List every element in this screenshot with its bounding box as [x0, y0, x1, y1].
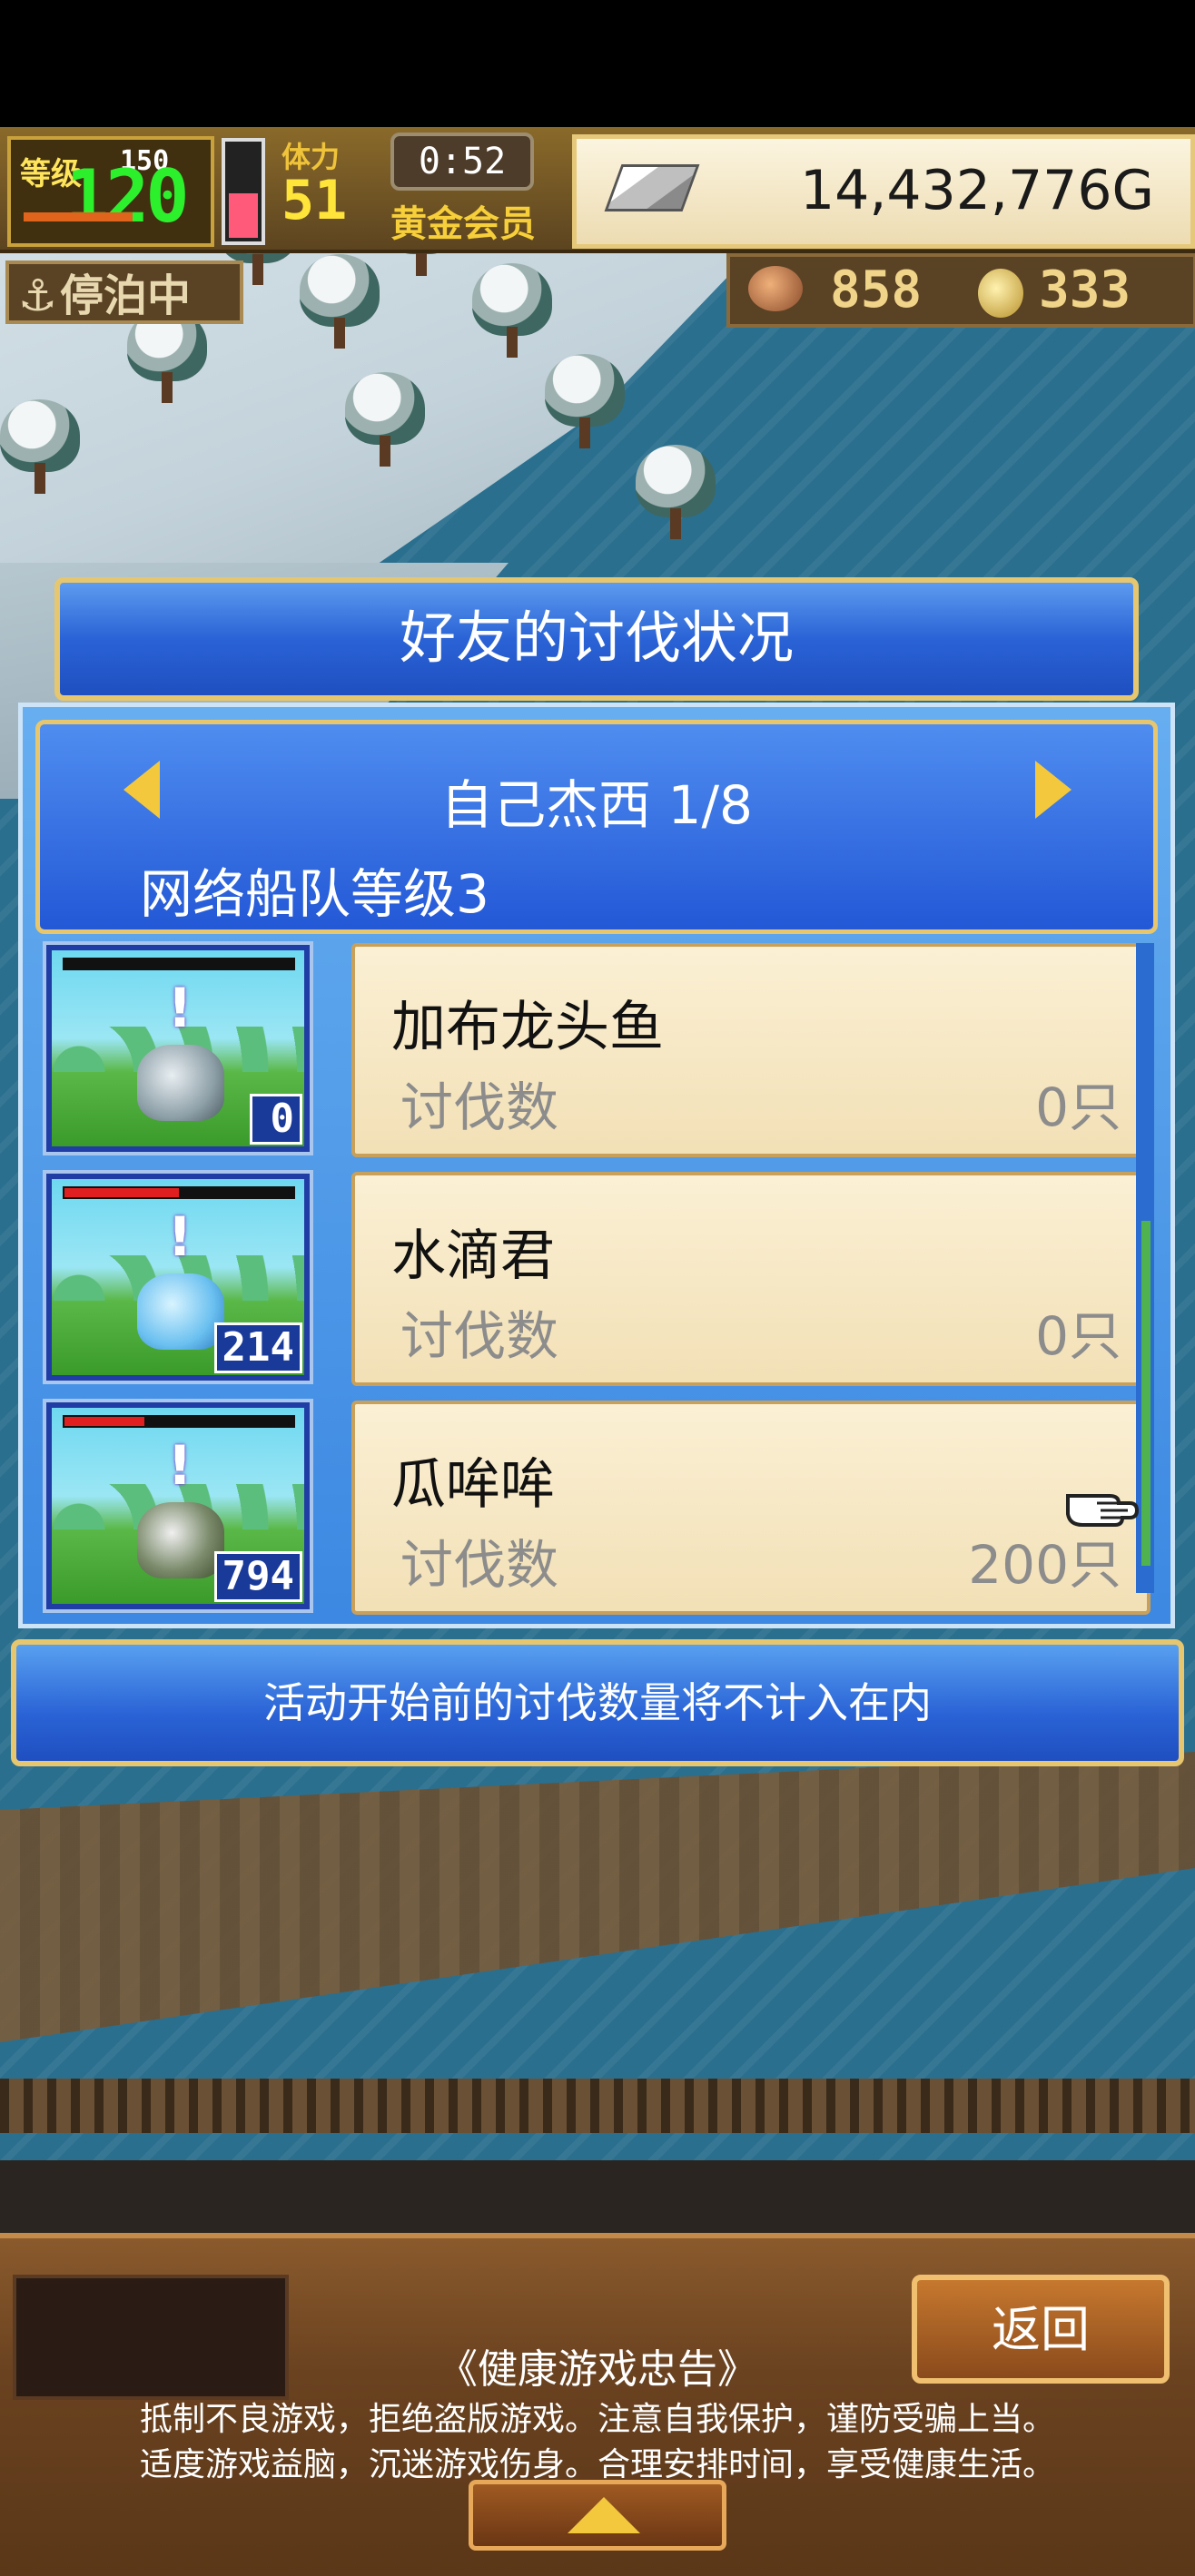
xp-bar — [24, 212, 133, 221]
up-arrow-icon — [568, 2497, 640, 2533]
food-value: 858 — [830, 261, 923, 320]
pointer-hand-icon — [1066, 1494, 1140, 1527]
count-badge: 794 — [213, 1551, 302, 1602]
kill-value: 0只 — [1035, 1305, 1121, 1367]
player-header: 自己杰西 1/8 网络船队等级3 — [35, 720, 1158, 934]
docked-status: ⚓停泊中 — [5, 261, 243, 324]
monster-sprite — [137, 1502, 224, 1578]
alert-icon: ! — [167, 1434, 193, 1498]
stamina-gauge — [222, 138, 265, 245]
alert-icon: ! — [167, 1205, 193, 1269]
level-panel: 等级 150 120 — [7, 136, 214, 247]
snow-tree — [545, 354, 625, 448]
hp-bar — [63, 958, 295, 970]
dialog-title: 好友的讨伐状况 — [54, 577, 1139, 701]
count-badge: 214 — [213, 1322, 302, 1373]
level-current: 120 — [65, 154, 189, 239]
medal-value: 333 — [1039, 261, 1131, 320]
kill-label: 讨伐数 — [400, 1077, 559, 1138]
hp-fill — [64, 1417, 145, 1426]
ship-rail — [0, 2079, 1195, 2133]
monster-info: 瓜哞哞 讨伐数 200只 — [351, 1401, 1151, 1615]
kill-label: 讨伐数 — [400, 1534, 559, 1596]
snow-tree — [636, 445, 716, 539]
money-value: 14,432,776G — [799, 159, 1154, 222]
monster-info: 加布龙头鱼 讨伐数 0只 — [351, 943, 1151, 1157]
resource-panel: 858 333 — [726, 253, 1195, 328]
monster-name: 水滴君 — [391, 1224, 555, 1288]
monster-name: 加布龙头鱼 — [391, 996, 664, 1059]
hp-fill — [64, 959, 293, 968]
timer: 0:52 — [390, 133, 534, 191]
scrollbar-thumb[interactable] — [1141, 1221, 1151, 1566]
health-advice-line-2: 适度游戏益脑，沉迷游戏伤身。合理安排时间，享受健康生活。 — [139, 2446, 1055, 2483]
snow-tree — [0, 399, 80, 494]
money-panel[interactable]: 14,432,776G — [572, 134, 1195, 249]
monster-info: 水滴君 讨伐数 0只 — [351, 1172, 1151, 1386]
ship-hull — [0, 2160, 1195, 2233]
snow-tree — [345, 372, 425, 467]
food-icon — [748, 266, 803, 311]
stamina-value: 51 — [281, 169, 348, 232]
alert-icon: ! — [167, 977, 193, 1040]
expand-menu-button[interactable] — [469, 2480, 726, 2551]
count-badge: 0 — [250, 1094, 302, 1145]
monster-list[interactable]: ! 0 加布龙头鱼 讨伐数 0只 ! 214 水滴君 讨伐数 0只 ! 794 … — [39, 938, 1151, 1615]
hp-fill — [64, 1188, 179, 1197]
docked-label: 停泊中 — [60, 270, 192, 321]
player-name: 自己杰西 1/8 — [440, 774, 753, 836]
hp-bar — [63, 1186, 295, 1199]
monster-thumbnail: ! 794 — [43, 1399, 313, 1613]
friend-status-panel: 自己杰西 1/8 网络船队等级3 ! 0 加布龙头鱼 讨伐数 0只 ! 214 … — [18, 703, 1175, 1628]
health-advice-line-1: 抵制不良游戏，拒绝盗版游戏。注意自我保护，谨防受骗上当。 — [139, 2401, 1055, 2438]
money-bar-icon — [604, 164, 700, 211]
kill-value: 200只 — [968, 1534, 1121, 1596]
monster-sprite — [137, 1273, 224, 1350]
bottom-bar: 返回 《健康游戏忠告》 抵制不良游戏，拒绝盗版游戏。注意自我保护，谨防受骗上当。… — [0, 2233, 1195, 2576]
stamina-fill — [229, 192, 258, 238]
health-advice-title: 《健康游戏忠告》 — [438, 2346, 757, 2393]
monster-thumbnail: ! 0 — [43, 941, 313, 1155]
hp-bar — [63, 1415, 295, 1428]
anchor-icon: ⚓ — [18, 270, 58, 321]
notice-bar: 活动开始前的讨伐数量将不计入在内 — [11, 1639, 1184, 1766]
medal-icon — [975, 266, 1026, 320]
monster-thumbnail: ! 214 — [43, 1170, 313, 1384]
membership-badge[interactable]: 黄金会员 — [390, 194, 536, 247]
arrow-right-icon[interactable] — [1035, 761, 1072, 819]
kill-label: 讨伐数 — [400, 1305, 559, 1367]
status-row: ⚓停泊中 858 333 — [0, 253, 1195, 328]
list-item[interactable]: ! 794 瓜哞哞 讨伐数 200只 — [39, 1395, 1151, 1620]
kill-value: 0只 — [1035, 1077, 1121, 1138]
monster-sprite — [137, 1045, 224, 1121]
list-item[interactable]: ! 0 加布龙头鱼 讨伐数 0只 — [39, 938, 1151, 1163]
top-hud: 等级 150 120 体力 51 0:52 黄金会员 14,432,776G — [0, 127, 1195, 253]
list-item[interactable]: ! 214 水滴君 讨伐数 0只 — [39, 1166, 1151, 1391]
fleet-level: 网络船队等级3 — [140, 863, 489, 925]
monster-name: 瓜哞哞 — [391, 1453, 555, 1517]
